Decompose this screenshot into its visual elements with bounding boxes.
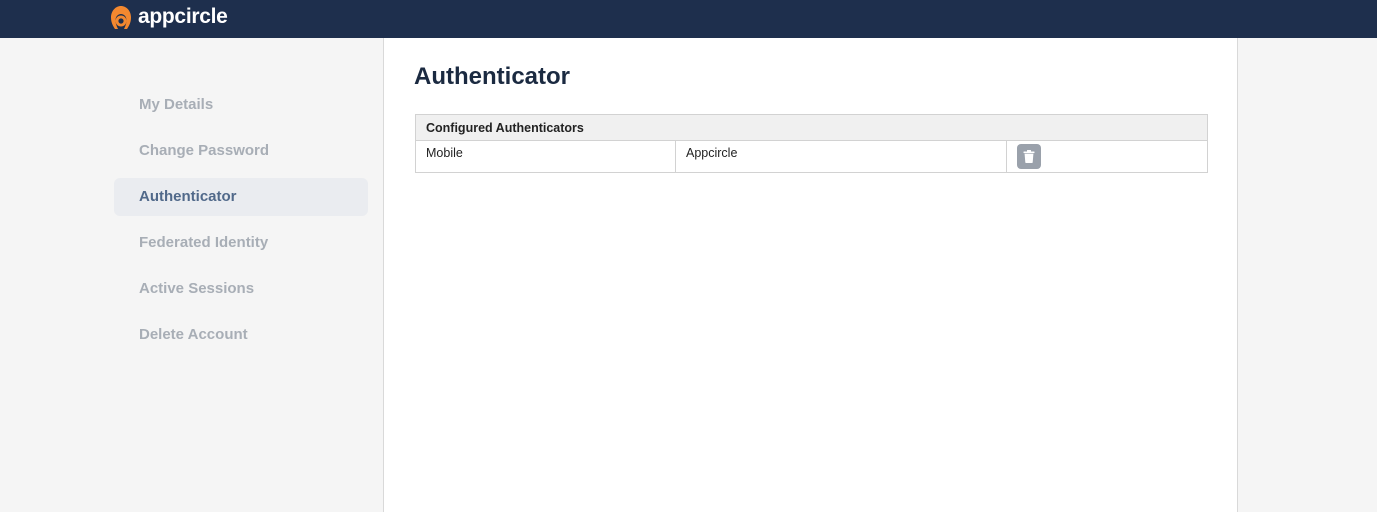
sidebar: My Details Change Password Authenticator… xyxy=(0,38,383,512)
sidebar-item-label: Federated Identity xyxy=(139,234,269,251)
sidebar-item-delete-account[interactable]: Delete Account xyxy=(114,316,368,354)
authenticator-name-cell: Appcircle xyxy=(676,141,1007,172)
sidebar-item-active-sessions[interactable]: Active Sessions xyxy=(114,270,368,308)
sidebar-item-my-details[interactable]: My Details xyxy=(114,86,368,124)
brand-name: appcircle xyxy=(138,5,228,28)
page-title: Authenticator xyxy=(414,63,570,90)
authenticator-type-cell: Mobile xyxy=(416,141,676,172)
sidebar-item-label: Delete Account xyxy=(139,326,248,343)
main-content: Authenticator Configured Authenticators … xyxy=(383,38,1238,512)
trash-icon xyxy=(1023,150,1035,163)
table-row: Mobile Appcircle xyxy=(416,141,1207,172)
sidebar-item-authenticator[interactable]: Authenticator xyxy=(114,178,368,216)
sidebar-item-label: Active Sessions xyxy=(139,280,255,297)
sidebar-item-label: Authenticator xyxy=(139,188,237,205)
appcircle-logo[interactable]: appcircle xyxy=(108,5,228,31)
top-bar: appcircle xyxy=(0,0,1377,38)
sidebar-item-federated-identity[interactable]: Federated Identity xyxy=(114,224,368,262)
sidebar-item-label: Change Password xyxy=(139,142,270,159)
sidebar-item-change-password[interactable]: Change Password xyxy=(114,132,368,170)
authenticators-table: Configured Authenticators Mobile Appcirc… xyxy=(415,114,1208,173)
sidebar-item-label: My Details xyxy=(139,96,214,113)
appcircle-logo-icon xyxy=(111,6,131,29)
delete-authenticator-button[interactable] xyxy=(1017,144,1041,169)
table-header: Configured Authenticators xyxy=(416,115,1207,141)
authenticator-action-cell xyxy=(1007,141,1207,172)
